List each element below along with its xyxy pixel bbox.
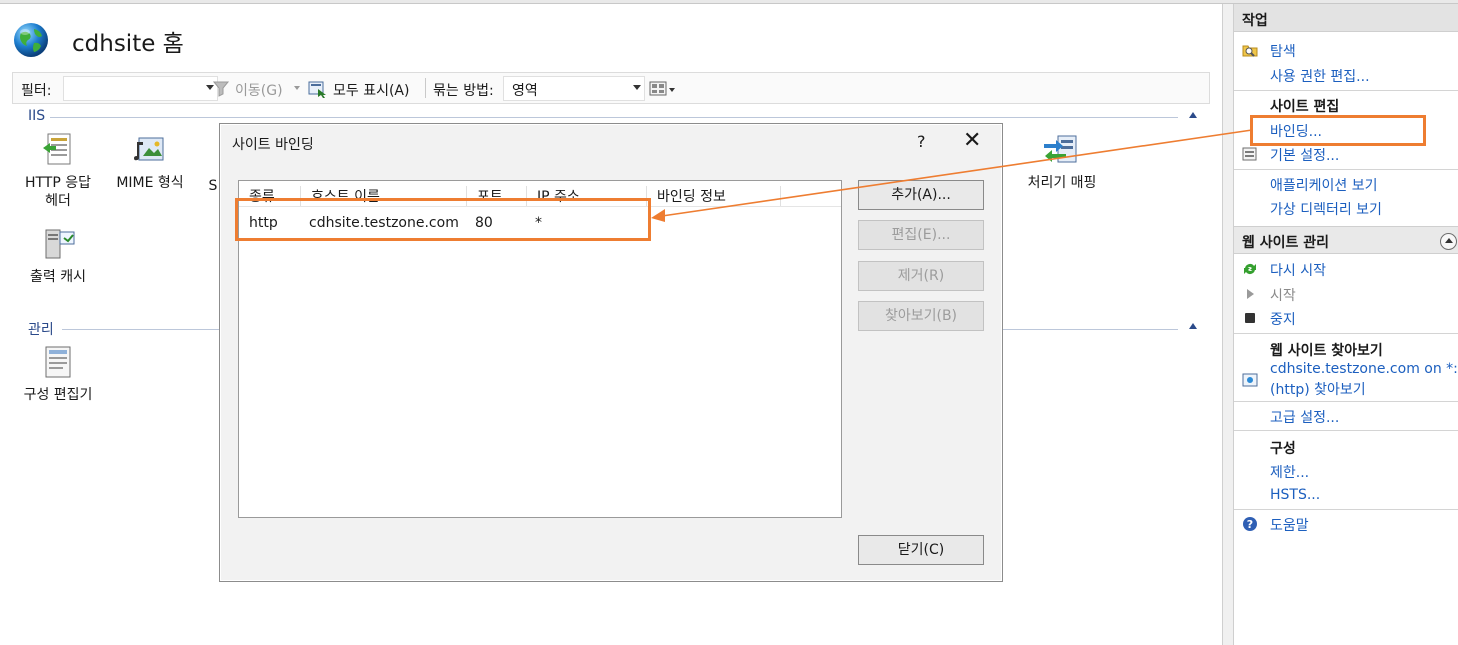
actions-pane: 작업 탐색 사용 권한 편집... 사이트 편집 바인딩... 기본 설정...… [1234,4,1458,645]
advanced-settings-link[interactable]: 고급 설정... [1270,407,1339,427]
feature-output-cache[interactable]: 출력 캐시 [18,226,98,286]
section-iis: IIS [28,108,46,124]
group-by-select[interactable]: 영역 [503,76,645,101]
stop-link[interactable]: 중지 [1270,309,1296,329]
funnel-icon [213,81,230,97]
add-button[interactable]: 추가(A)... [858,180,984,210]
feature-http-headers[interactable]: HTTP 응답 헤더 [18,132,98,210]
filter-toolbar: 필터: 이동(G) 모두 표시(A) 묶는 방법: 영역 [12,72,1210,104]
separator [1234,90,1458,91]
http-headers-icon [43,133,71,165]
filter-label: 필터: [21,83,52,99]
feature-partial[interactable]: S [206,177,220,195]
restart-link[interactable]: 다시 시작 [1270,260,1326,280]
folder-explore-icon [1242,45,1258,57]
view-applications-link[interactable]: 애플리케이션 보기 [1270,175,1378,195]
limits-link[interactable]: 제한... [1270,462,1309,482]
site-bindings-dialog: 사이트 바인딩 ? ✕ 종류 호스트 이름 포트 IP 주소 바인딩 정보 ht… [219,123,1003,582]
column-header-binding-info[interactable]: 바인딩 정보 [647,186,781,206]
group-by-label: 묶는 방법: [433,83,494,99]
show-all-icon [308,81,326,98]
close-button[interactable]: 닫기(C) [858,535,984,565]
separator [1234,333,1458,334]
section-manage: 관리 [28,322,54,338]
highlight-bindings-action [1250,115,1426,146]
output-cache-icon [45,229,75,259]
highlight-binding-row [235,198,651,241]
chevron-down-icon [294,86,300,90]
feature-label: 처리기 매핑 [1027,175,1097,191]
feature-label: 출력 캐시 [30,269,86,285]
hsts-link[interactable]: HSTS... [1270,487,1320,503]
browse-icon [1242,373,1258,387]
separator [1234,509,1458,510]
stop-icon [1245,313,1255,323]
view-mode-icon[interactable] [649,81,679,97]
collapse-icon[interactable] [1440,233,1457,250]
separator [1234,430,1458,431]
separator [1234,401,1458,402]
start-link[interactable]: 시작 [1270,285,1296,305]
manage-website-header: 웹 사이트 관리 [1234,226,1458,254]
group-by-value: 영역 [512,83,538,99]
feature-config-editor[interactable]: 구성 편집기 [14,344,102,404]
manage-website-title: 웹 사이트 관리 [1242,235,1330,251]
separator [1234,169,1458,170]
restart-icon [1244,264,1256,274]
collapse-manage-icon[interactable] [1189,323,1197,329]
edit-site-header: 사이트 편집 [1270,99,1340,115]
page-title: cdhsite 홈 [72,31,184,57]
section-divider [50,117,1178,118]
feature-label: S [208,178,218,194]
feature-label: MIME 형식 [116,175,184,191]
edit-button[interactable]: 편집(E)... [858,220,984,250]
start-icon [1247,289,1254,299]
browse-site-link-2[interactable]: (http) 찾아보기 [1270,379,1366,399]
chevron-down-icon [633,85,641,90]
help-button[interactable]: ? [917,132,926,151]
collapse-iis-icon[interactable] [1189,112,1197,118]
help-icon: ? [1243,517,1257,531]
show-all-button[interactable]: 모두 표시(A) [333,80,409,100]
help-link[interactable]: 도움말 [1270,515,1309,535]
globe-icon [14,23,48,57]
config-editor-icon [45,346,71,378]
feature-mime-types[interactable]: MIME 형식 [108,132,192,192]
filter-input[interactable] [63,76,218,101]
edit-permissions-link[interactable]: 사용 권한 편집... [1270,66,1370,86]
basic-settings-icon [1242,147,1257,161]
go-button[interactable]: 이동(G) [235,80,283,100]
handler-mappings-icon [1044,135,1077,163]
close-icon[interactable]: ✕ [963,128,981,154]
feature-label: 구성 편집기 [23,387,93,403]
feature-label: HTTP 응답 헤더 [24,175,92,209]
view-virtual-directories-link[interactable]: 가상 디렉터리 보기 [1270,199,1382,219]
explore-link[interactable]: 탐색 [1270,41,1296,61]
remove-button[interactable]: 제거(R) [858,261,984,291]
browse-site-link[interactable]: cdhsite.testzone.com on *:80 [1270,361,1458,377]
dialog-title: 사이트 바인딩 [232,137,314,153]
toolbar-separator [425,78,426,98]
pane-splitter[interactable] [1222,4,1234,645]
browse-website-header: 웹 사이트 찾아보기 [1270,343,1383,359]
actions-header: 작업 [1234,4,1458,32]
mime-types-icon [134,137,164,161]
feature-handler-mappings[interactable]: 처리기 매핑 [1016,132,1108,192]
svg-text:?: ? [1247,518,1253,531]
browse-button[interactable]: 찾아보기(B) [858,301,984,331]
configure-header: 구성 [1270,441,1296,457]
basic-settings-link[interactable]: 기본 설정... [1270,145,1339,165]
